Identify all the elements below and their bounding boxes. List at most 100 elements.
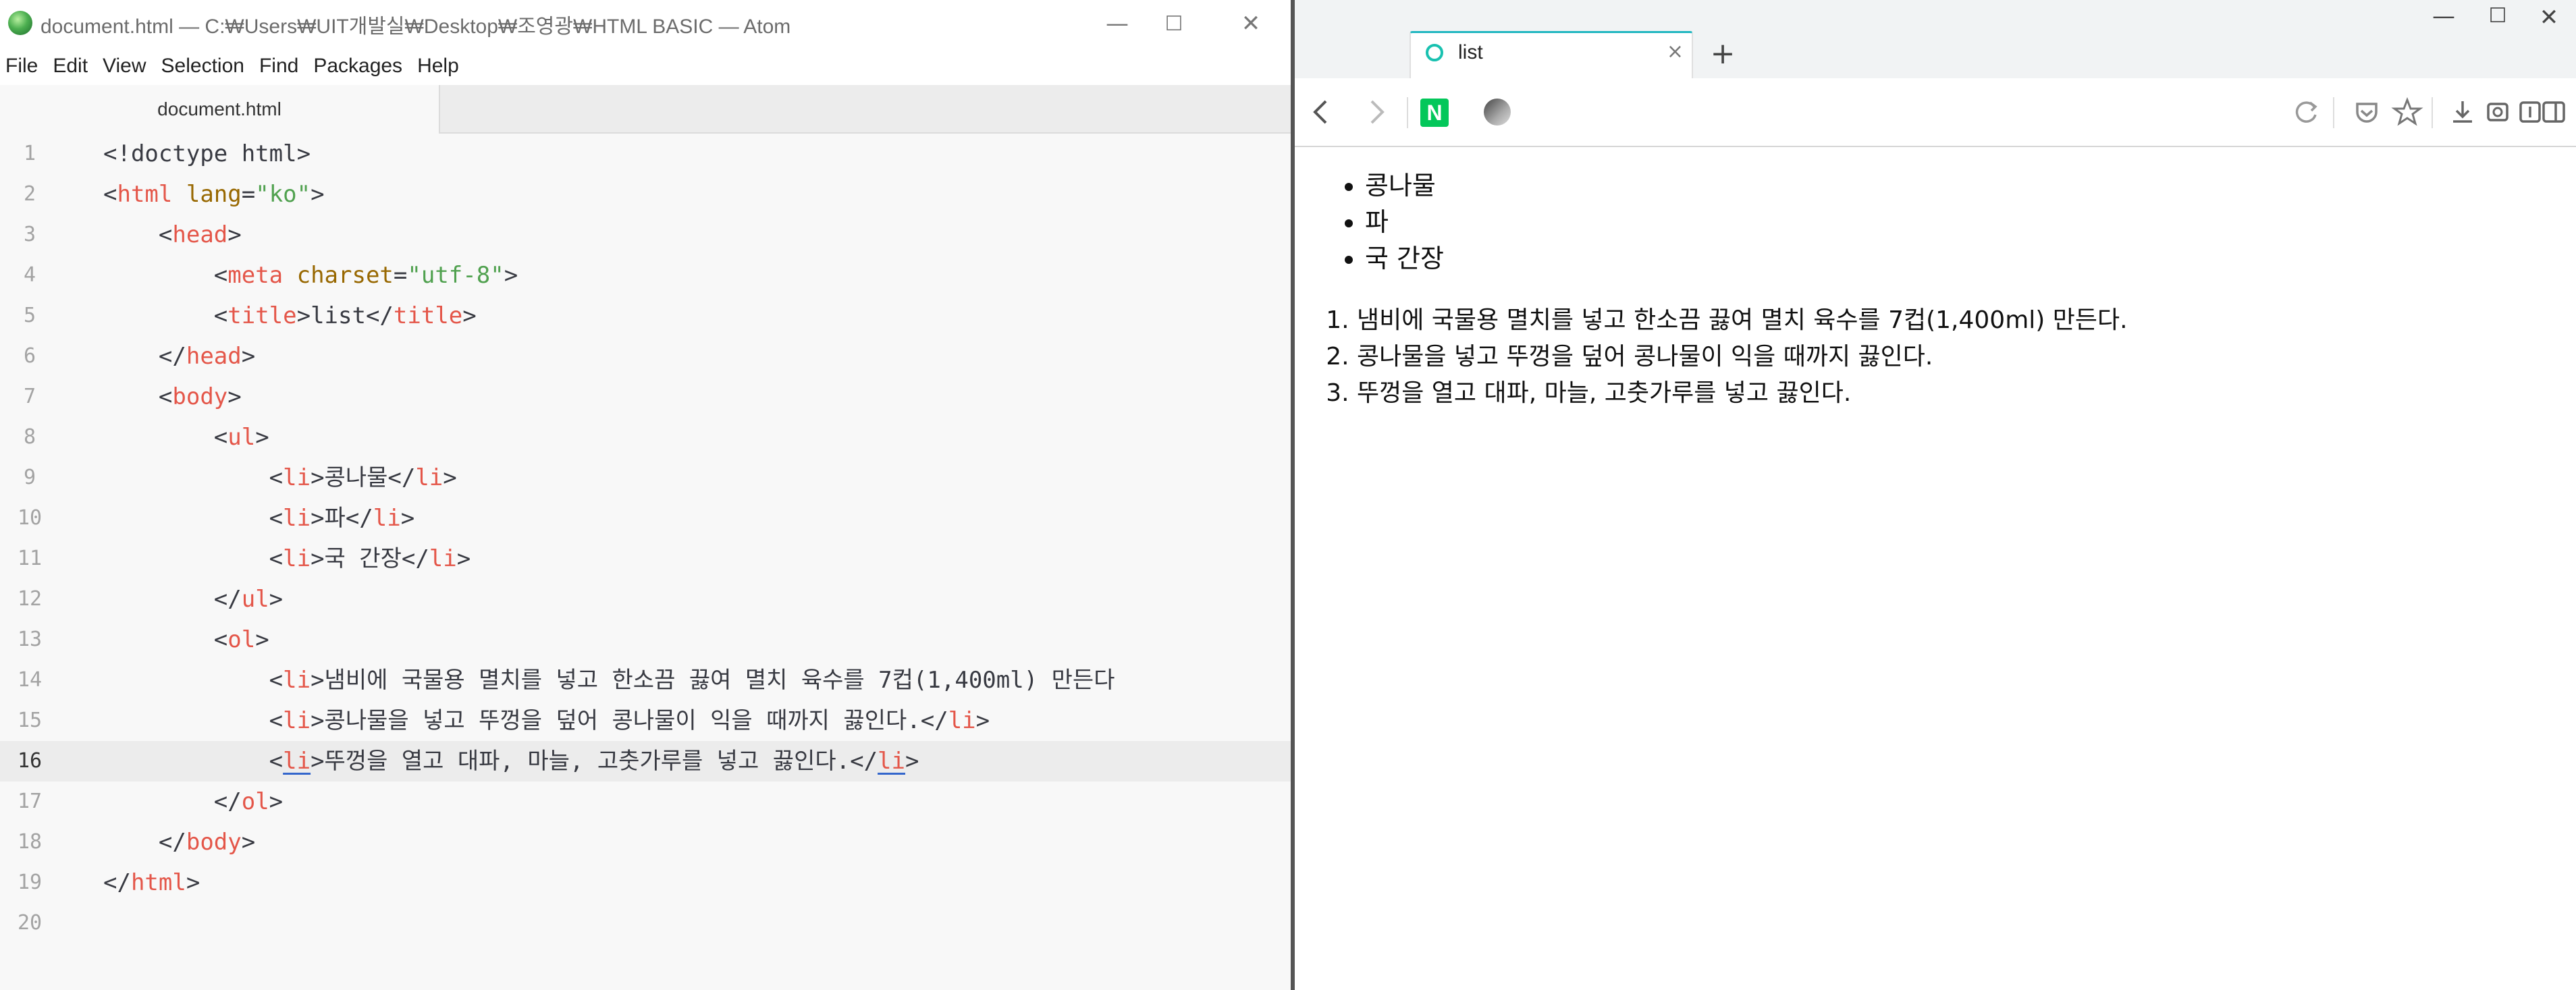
tab-document-html[interactable]: document.html (0, 85, 440, 134)
code-line-current[interactable]: 16 <li>뚜껑을 열고 대파, 마늘, 고춧가루를 넣고 끓인다.</li> (0, 741, 1291, 781)
browser-close-button[interactable]: ✕ (2529, 4, 2569, 39)
naver-icon[interactable]: N (1420, 99, 1449, 127)
bracket: > (975, 707, 990, 734)
code-text: <li>국 간장</li> (103, 539, 471, 579)
list-item: 콩나물을 넣고 뚜껑을 덮어 콩나물이 익을 때까지 끓인다. (1357, 339, 2128, 375)
bracket: </ (213, 586, 242, 613)
line-number: 20 (17, 911, 43, 935)
code-text: <meta charset="utf-8"> (103, 255, 518, 296)
code-line[interactable]: 19 </html> (0, 862, 1291, 903)
menu-file[interactable]: File (0, 55, 47, 78)
doctype: <!doctype html> (103, 140, 311, 167)
attr-name: lang (172, 181, 242, 208)
reload-icon[interactable] (2286, 92, 2326, 132)
code-line[interactable]: 17 </ol> (0, 781, 1291, 822)
bracket: < (158, 221, 173, 248)
code-text: </head> (103, 336, 255, 377)
atom-maximize-button[interactable]: ☐ (1144, 5, 1204, 42)
code-text: <li>뚜껑을 열고 대파, 마늘, 고춧가루를 넣고 끓인다.</li> (103, 741, 919, 781)
forward-icon[interactable] (1356, 92, 1396, 132)
attr-value: "ko" (255, 181, 311, 208)
line-number: 17 (17, 790, 43, 813)
tab-close-icon[interactable]: × (1667, 40, 1684, 63)
menu-packages[interactable]: Packages (308, 55, 412, 78)
toolbar-separator (1407, 97, 1408, 128)
code-line[interactable]: 10 <li>파</li> (0, 498, 1291, 539)
code-line[interactable]: 15 <li>콩나물을 넣고 뚜껑을 덮어 콩나물이 익을 때까지 끓인다.</… (0, 700, 1291, 741)
bracket: > (311, 181, 325, 208)
menu-selection[interactable]: Selection (156, 55, 254, 78)
bracket: < (269, 667, 284, 694)
code-line[interactable]: 5 <title>list</title> (0, 296, 1291, 336)
code-text: </body> (103, 822, 255, 862)
bracket: > (255, 424, 269, 451)
menu-help[interactable]: Help (412, 55, 468, 78)
atom-close-button[interactable]: ✕ (1220, 5, 1281, 42)
list-item: 콩나물 (1365, 167, 1444, 204)
download-icon[interactable] (2442, 92, 2483, 132)
code-line[interactable]: 4 <meta charset="utf-8"> (0, 255, 1291, 296)
unordered-list: 콩나물 파 국 간장 (1335, 167, 1444, 277)
bracket: </ (158, 343, 186, 370)
whale-icon[interactable] (1484, 99, 1511, 126)
code-line[interactable]: 13 <ol> (0, 620, 1291, 660)
bracket: > (227, 383, 242, 410)
code-line[interactable]: 18 </body> (0, 822, 1291, 862)
pocket-icon[interactable] (2346, 92, 2387, 132)
menu-edit[interactable]: Edit (47, 55, 97, 78)
code-line[interactable]: 14 <li>냄비에 국물용 멸치를 넣고 한소끔 끓여 멸치 육수를 7컵(1… (0, 660, 1291, 700)
line-number: 7 (23, 385, 36, 408)
element-text: >냄비에 국물용 멸치를 넣고 한소끔 끓여 멸치 육수를 7컵(1,400ml… (311, 667, 1115, 694)
bracket: > (255, 626, 269, 653)
bracket: > (462, 302, 477, 329)
tab-title: list (1458, 41, 1483, 63)
tag-name: body (172, 383, 228, 410)
bracket: < (213, 302, 228, 329)
code-text: <title>list</title> (103, 296, 477, 336)
code-text: <li>파</li> (103, 498, 415, 539)
code-line[interactable]: 12 </ul> (0, 579, 1291, 620)
bracket: < (269, 707, 284, 734)
atom-window: document.html — C:₩Users₩UIT개발실₩Desktop₩… (0, 0, 1291, 990)
code-line[interactable]: 11 <li>국 간장</li> (0, 539, 1291, 579)
code-text: <body> (103, 377, 242, 417)
browser-tab-list[interactable]: list × (1410, 31, 1693, 78)
bookmark-star-icon[interactable] (2387, 92, 2427, 132)
list-item: 냄비에 국물용 멸치를 넣고 한소끔 끓여 멸치 육수를 7컵(1,400ml)… (1357, 302, 2128, 339)
browser-maximize-button[interactable]: ☐ (2477, 4, 2518, 39)
code-line[interactable]: 2 <html lang="ko"> (0, 174, 1291, 215)
tab-loading-icon (1426, 44, 1443, 61)
bracket: < (269, 464, 284, 491)
sidebar-icon[interactable] (2534, 92, 2575, 132)
atom-minimize-button[interactable]: — (1087, 5, 1148, 42)
tag-name: title (227, 302, 297, 329)
code-line[interactable]: 8 <ul> (0, 417, 1291, 458)
back-icon[interactable] (1302, 92, 1342, 132)
element-text: >list</ (296, 302, 394, 329)
tag-name: li (283, 464, 311, 491)
code-line[interactable]: 6 </head> (0, 336, 1291, 377)
code-editor[interactable]: 1 <!doctype html> 2 <html lang="ko"> 3 <… (0, 134, 1291, 990)
code-line[interactable]: 20 (0, 903, 1291, 943)
menu-view[interactable]: View (97, 55, 155, 78)
bracket: </ (213, 788, 242, 815)
menu-find[interactable]: Find (254, 55, 308, 78)
code-line[interactable]: 9 <li>콩나물</li> (0, 458, 1291, 498)
tag-name: ul (241, 586, 269, 613)
code-line[interactable]: 7 <body> (0, 377, 1291, 417)
browser-window: list × + — ☐ ✕ N • 콩나물 • 파 • 국 간장 1. 냄비에… (1295, 0, 2576, 990)
new-tab-button[interactable]: + (1702, 34, 1743, 74)
tag-name: head (186, 343, 242, 370)
tag-name: head (172, 221, 228, 248)
browser-minimize-button[interactable]: — (2423, 3, 2464, 38)
tag-name: li (948, 707, 976, 734)
browser-tab-strip: list × + — ☐ ✕ (1295, 0, 2576, 78)
attr-name: charset (283, 262, 394, 289)
line-number: 9 (23, 466, 36, 489)
bracket: > (241, 343, 256, 370)
element-text: >국 간장</ (311, 545, 429, 572)
line-number: 15 (17, 709, 43, 732)
code-line[interactable]: 3 <head> (0, 215, 1291, 255)
code-line[interactable]: 1 <!doctype html> (0, 134, 1291, 174)
